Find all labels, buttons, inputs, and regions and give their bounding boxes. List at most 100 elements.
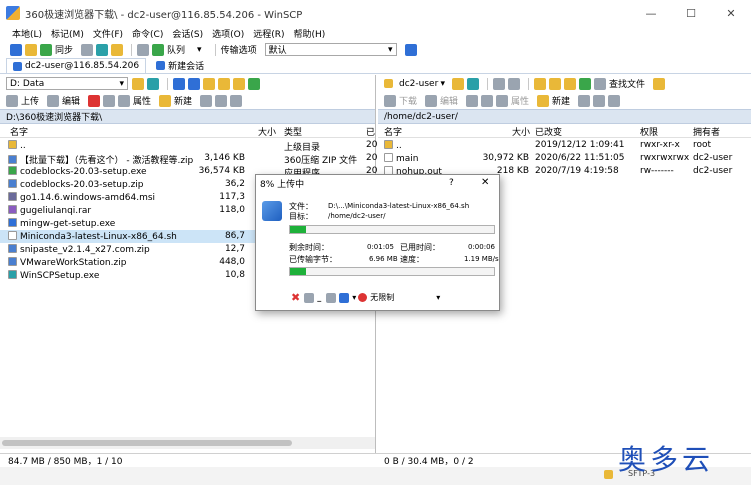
synchronize-icon[interactable] — [40, 43, 52, 56]
upload-button[interactable]: 上传 — [21, 94, 39, 107]
col-changed[interactable]: 已 — [366, 125, 375, 138]
download-button[interactable]: 下载 — [399, 94, 417, 107]
scrollbar-thumb[interactable] — [2, 440, 292, 446]
console-icon[interactable] — [81, 43, 94, 56]
filter-select-icon[interactable] — [230, 94, 243, 107]
sync-button[interactable]: 同步 — [55, 43, 73, 56]
table-row[interactable]: 【批量下载】（先看这个） - 激活教程等.zip 3,146 KB 360压缩 ZI… — [0, 152, 377, 166]
chevron-down-icon[interactable]: ▾ — [436, 293, 440, 302]
delete-icon[interactable] — [466, 94, 479, 107]
new-button[interactable]: 新建 — [174, 94, 192, 107]
folder-icon[interactable] — [132, 77, 144, 90]
folder-icon[interactable] — [452, 77, 464, 90]
table-row[interactable]: .. 上级目录 20 — [0, 139, 377, 153]
settings-icon[interactable] — [339, 292, 350, 303]
transfer-settings-select[interactable]: 默认 ▾ — [264, 43, 397, 56]
table-row[interactable]: .. 2019/12/12 1:09:41 rwxr-xr-x root — [378, 139, 751, 152]
unselect-icon[interactable] — [593, 94, 606, 107]
chevron-down-icon[interactable]: ▾ — [197, 45, 202, 55]
terminal-icon[interactable] — [96, 43, 109, 56]
menu-session[interactable]: 会话(S) — [172, 27, 203, 40]
menu-command[interactable]: 命令(C) — [132, 27, 163, 40]
upload-icon[interactable] — [6, 94, 18, 107]
col-name[interactable]: 名字 — [384, 125, 402, 138]
forward-icon[interactable] — [508, 77, 520, 90]
filter-icon[interactable] — [467, 77, 479, 90]
col-size[interactable]: 大小 — [258, 125, 276, 138]
forward-icon[interactable] — [188, 77, 200, 90]
properties-icon[interactable] — [496, 94, 509, 107]
filter-select-icon[interactable] — [608, 94, 621, 107]
root-dir-icon[interactable] — [218, 77, 230, 90]
parent-dir-icon[interactable] — [203, 77, 215, 90]
menu-help[interactable]: 帮助(H) — [294, 27, 326, 40]
find-icon[interactable] — [111, 43, 124, 56]
edit-icon[interactable] — [425, 94, 438, 107]
search-icon[interactable] — [594, 77, 606, 90]
minimize-icon[interactable]: _ — [317, 293, 321, 302]
local-horizontal-scrollbar[interactable] — [0, 437, 375, 449]
edit-button[interactable]: 编辑 — [62, 94, 80, 107]
new-folder-icon[interactable] — [159, 94, 172, 107]
rename-icon[interactable] — [103, 94, 116, 107]
properties-button[interactable]: 属性 — [133, 94, 151, 107]
col-type[interactable]: 类型 — [284, 125, 302, 138]
gear-icon[interactable] — [137, 43, 150, 56]
col-name[interactable]: 名字 — [10, 125, 28, 138]
download-icon[interactable] — [384, 94, 396, 107]
find-files-button[interactable]: 查找文件 — [609, 77, 645, 90]
maximize-button[interactable]: ☐ — [671, 0, 711, 26]
filter-icon[interactable] — [147, 77, 159, 90]
back-icon[interactable] — [493, 77, 505, 90]
tab-new-session[interactable]: 新建会话 — [150, 58, 210, 73]
dialog-close-button[interactable]: ✕ — [481, 177, 489, 188]
refresh-icon[interactable] — [248, 77, 260, 90]
queue-icon[interactable] — [152, 43, 165, 56]
local-drive-select[interactable]: D: Data ▾ — [6, 77, 128, 90]
tab-session[interactable]: dc2-user@116.85.54.206 — [6, 58, 147, 73]
chevron-down-icon[interactable]: ▾ — [352, 293, 356, 302]
parent-dir-icon[interactable] — [534, 77, 546, 90]
select-all-icon[interactable] — [578, 94, 591, 107]
menu-remote[interactable]: 远程(R) — [253, 27, 284, 40]
speed-value: 1.19 MB/s — [464, 255, 499, 263]
table-row[interactable]: main 30,972 KB 2020/6/22 11:51:05 rwxrwxrwx… — [378, 152, 751, 165]
menu-local[interactable]: 本地(L) — [12, 27, 42, 40]
select-all-icon[interactable] — [200, 94, 213, 107]
remote-dir-select[interactable]: dc2-user ▾ — [396, 77, 448, 90]
edit-icon[interactable] — [47, 94, 60, 107]
explorer-view-icon[interactable] — [25, 43, 37, 56]
back-icon[interactable] — [173, 77, 185, 90]
cancel-icon[interactable]: ✖ — [291, 291, 300, 304]
minimize-button[interactable]: — — [631, 0, 671, 26]
col-size[interactable]: 大小 — [512, 125, 530, 138]
home-icon[interactable] — [233, 77, 245, 90]
col-owner[interactable]: 拥有者 — [693, 125, 720, 138]
menu-mark[interactable]: 标记(M) — [51, 27, 84, 40]
menu-options[interactable]: 选项(O) — [212, 27, 244, 40]
bookmark-icon[interactable] — [653, 77, 666, 90]
queue-button[interactable]: 队列 — [167, 43, 185, 56]
speed-limit-select[interactable]: 无限制 — [370, 292, 394, 303]
remote-status: 0 B / 30.4 MB，0 / 2 — [384, 457, 474, 467]
home-icon[interactable] — [564, 77, 576, 90]
col-changed[interactable]: 已改变 — [535, 125, 562, 138]
properties-button[interactable]: 属性 — [511, 94, 529, 107]
commander-view-icon[interactable] — [10, 43, 22, 56]
delete-icon[interactable] — [88, 94, 101, 107]
menu-file[interactable]: 文件(F) — [93, 27, 123, 40]
new-button[interactable]: 新建 — [552, 94, 570, 107]
col-permissions[interactable]: 权限 — [640, 125, 658, 138]
refresh-icon[interactable] — [579, 77, 591, 90]
rename-icon[interactable] — [481, 94, 494, 107]
skip-icon[interactable] — [304, 292, 315, 303]
unselect-icon[interactable] — [215, 94, 228, 107]
edit-button[interactable]: 编辑 — [440, 94, 458, 107]
close-button[interactable]: ✕ — [711, 0, 751, 26]
help-button[interactable]: ? — [449, 178, 454, 188]
new-folder-icon[interactable] — [537, 94, 550, 107]
root-dir-icon[interactable] — [549, 77, 561, 90]
properties-icon[interactable] — [118, 94, 131, 107]
transfer-settings-icon[interactable] — [404, 43, 417, 56]
queue-icon[interactable] — [326, 292, 337, 303]
